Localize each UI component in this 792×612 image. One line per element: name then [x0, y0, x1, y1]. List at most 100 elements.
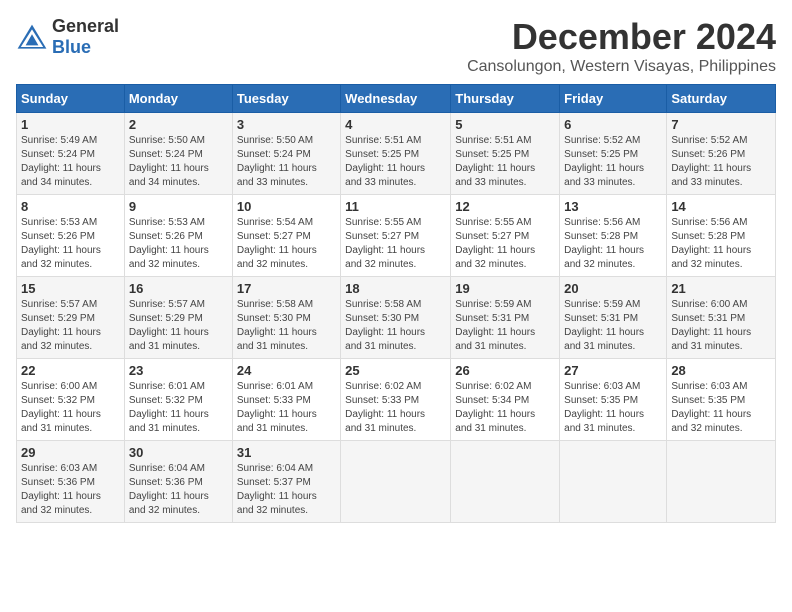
- table-cell: [341, 441, 451, 523]
- table-cell: 15 Sunrise: 5:57 AM Sunset: 5:29 PM Dayli…: [17, 277, 125, 359]
- header-thursday: Thursday: [451, 85, 560, 113]
- table-cell: [451, 441, 560, 523]
- table-cell: 20Sunrise: 5:59 AM Sunset: 5:31 PM Dayli…: [560, 277, 667, 359]
- table-cell: 3 Sunrise: 5:50 AM Sunset: 5:24 PM Daylig…: [232, 113, 340, 195]
- day-number: 27: [564, 363, 662, 378]
- day-info: Sunrise: 5:50 AM Sunset: 5:24 PM Dayligh…: [129, 134, 228, 190]
- day-info: Sunrise: 5:57 AM Sunset: 5:29 PM Dayligh…: [21, 298, 120, 354]
- table-cell: 9Sunrise: 5:53 AM Sunset: 5:26 PM Daylig…: [124, 195, 232, 277]
- day-number: 26: [455, 363, 555, 378]
- table-cell: 19Sunrise: 5:59 AM Sunset: 5:31 PM Dayli…: [451, 277, 560, 359]
- day-info: Sunrise: 6:03 AM Sunset: 5:35 PM Dayligh…: [671, 380, 771, 436]
- day-number: 18: [345, 281, 446, 296]
- table-cell: 7 Sunrise: 5:52 AM Sunset: 5:26 PM Daylig…: [667, 113, 776, 195]
- day-info: Sunrise: 5:56 AM Sunset: 5:28 PM Dayligh…: [564, 216, 662, 272]
- table-cell: 4Sunrise: 5:51 AM Sunset: 5:25 PM Daylig…: [341, 113, 451, 195]
- day-number: 4: [345, 117, 446, 132]
- title-section: December 2024 Cansolungon, Western Visay…: [467, 16, 776, 76]
- table-cell: [560, 441, 667, 523]
- table-cell: 24 Sunrise: 6:01 AM Sunset: 5:33 PM Dayli…: [232, 359, 340, 441]
- day-info: Sunrise: 5:59 AM Sunset: 5:31 PM Dayligh…: [455, 298, 555, 354]
- day-info: Sunrise: 5:50 AM Sunset: 5:24 PM Dayligh…: [237, 134, 336, 190]
- day-info: Sunrise: 6:02 AM Sunset: 5:33 PM Dayligh…: [345, 380, 446, 436]
- day-number: 2: [129, 117, 228, 132]
- table-cell: 10 Sunrise: 5:54 AM Sunset: 5:27 PM Dayli…: [232, 195, 340, 277]
- table-cell: 30 Sunrise: 6:04 AM Sunset: 5:36 PM Dayli…: [124, 441, 232, 523]
- day-info: Sunrise: 6:04 AM Sunset: 5:37 PM Dayligh…: [237, 462, 336, 518]
- day-number: 9: [129, 199, 228, 214]
- day-info: Sunrise: 5:53 AM Sunset: 5:26 PM Dayligh…: [21, 216, 120, 272]
- header-saturday: Saturday: [667, 85, 776, 113]
- day-number: 14: [671, 199, 771, 214]
- table-cell: 16Sunrise: 5:57 AM Sunset: 5:29 PM Dayli…: [124, 277, 232, 359]
- day-number: 17: [237, 281, 336, 296]
- day-number: 20: [564, 281, 662, 296]
- day-info: Sunrise: 5:57 AM Sunset: 5:29 PM Dayligh…: [129, 298, 228, 354]
- day-info: Sunrise: 6:00 AM Sunset: 5:32 PM Dayligh…: [21, 380, 120, 436]
- day-number: 22: [21, 363, 120, 378]
- table-cell: 6 Sunrise: 5:52 AM Sunset: 5:25 PM Daylig…: [560, 113, 667, 195]
- day-number: 28: [671, 363, 771, 378]
- day-number: 12: [455, 199, 555, 214]
- day-info: Sunrise: 5:51 AM Sunset: 5:25 PM Dayligh…: [455, 134, 555, 190]
- table-cell: 23 Sunrise: 6:01 AM Sunset: 5:32 PM Dayli…: [124, 359, 232, 441]
- day-info: Sunrise: 5:55 AM Sunset: 5:27 PM Dayligh…: [455, 216, 555, 272]
- day-number: 1: [21, 117, 120, 132]
- day-info: Sunrise: 6:00 AM Sunset: 5:31 PM Dayligh…: [671, 298, 771, 354]
- table-cell: 14 Sunrise: 5:56 AM Sunset: 5:28 PM Dayli…: [667, 195, 776, 277]
- header-friday: Friday: [560, 85, 667, 113]
- day-number: 30: [129, 445, 228, 460]
- table-cell: 27 Sunrise: 6:03 AM Sunset: 5:35 PM Dayli…: [560, 359, 667, 441]
- table-cell: 8 Sunrise: 5:53 AM Sunset: 5:26 PM Daylig…: [17, 195, 125, 277]
- day-number: 15: [21, 281, 120, 296]
- day-info: Sunrise: 6:04 AM Sunset: 5:36 PM Dayligh…: [129, 462, 228, 518]
- table-cell: 25 Sunrise: 6:02 AM Sunset: 5:33 PM Dayli…: [341, 359, 451, 441]
- day-number: 7: [671, 117, 771, 132]
- header-wednesday: Wednesday: [341, 85, 451, 113]
- table-cell: 17 Sunrise: 5:58 AM Sunset: 5:30 PM Dayli…: [232, 277, 340, 359]
- day-number: 3: [237, 117, 336, 132]
- page-header: General Blue December 2024 Cansolungon, …: [16, 16, 776, 76]
- table-cell: 26 Sunrise: 6:02 AM Sunset: 5:34 PM Dayli…: [451, 359, 560, 441]
- table-cell: 13 Sunrise: 5:56 AM Sunset: 5:28 PM Dayli…: [560, 195, 667, 277]
- table-cell: 5Sunrise: 5:51 AM Sunset: 5:25 PM Daylig…: [451, 113, 560, 195]
- calendar-week-4: 22 Sunrise: 6:00 AM Sunset: 5:32 PM Dayli…: [17, 359, 776, 441]
- day-info: Sunrise: 5:52 AM Sunset: 5:25 PM Dayligh…: [564, 134, 662, 190]
- table-cell: 21 Sunrise: 6:00 AM Sunset: 5:31 PM Dayli…: [667, 277, 776, 359]
- calendar-table: Sunday Monday Tuesday Wednesday Thursday…: [16, 84, 776, 523]
- day-number: 6: [564, 117, 662, 132]
- calendar-header-row: Sunday Monday Tuesday Wednesday Thursday…: [17, 85, 776, 113]
- table-cell: 11Sunrise: 5:55 AM Sunset: 5:27 PM Dayli…: [341, 195, 451, 277]
- day-info: Sunrise: 5:52 AM Sunset: 5:26 PM Dayligh…: [671, 134, 771, 190]
- day-number: 10: [237, 199, 336, 214]
- logo-general: General: [52, 16, 119, 36]
- main-title: December 2024: [467, 16, 776, 58]
- table-cell: 31 Sunrise: 6:04 AM Sunset: 5:37 PM Dayli…: [232, 441, 340, 523]
- day-info: Sunrise: 6:01 AM Sunset: 5:32 PM Dayligh…: [129, 380, 228, 436]
- day-number: 29: [21, 445, 120, 460]
- day-info: Sunrise: 5:49 AM Sunset: 5:24 PM Dayligh…: [21, 134, 120, 190]
- header-sunday: Sunday: [17, 85, 125, 113]
- day-info: Sunrise: 5:55 AM Sunset: 5:27 PM Dayligh…: [345, 216, 446, 272]
- day-number: 31: [237, 445, 336, 460]
- calendar-week-5: 29Sunrise: 6:03 AM Sunset: 5:36 PM Dayli…: [17, 441, 776, 523]
- calendar-week-2: 8 Sunrise: 5:53 AM Sunset: 5:26 PM Daylig…: [17, 195, 776, 277]
- calendar-week-1: 1 Sunrise: 5:49 AM Sunset: 5:24 PM Daylig…: [17, 113, 776, 195]
- day-info: Sunrise: 6:02 AM Sunset: 5:34 PM Dayligh…: [455, 380, 555, 436]
- table-cell: 18Sunrise: 5:58 AM Sunset: 5:30 PM Dayli…: [341, 277, 451, 359]
- day-info: Sunrise: 6:03 AM Sunset: 5:35 PM Dayligh…: [564, 380, 662, 436]
- day-number: 8: [21, 199, 120, 214]
- day-info: Sunrise: 5:56 AM Sunset: 5:28 PM Dayligh…: [671, 216, 771, 272]
- day-info: Sunrise: 5:54 AM Sunset: 5:27 PM Dayligh…: [237, 216, 336, 272]
- logo-blue: Blue: [52, 37, 91, 57]
- day-number: 13: [564, 199, 662, 214]
- day-info: Sunrise: 5:58 AM Sunset: 5:30 PM Dayligh…: [237, 298, 336, 354]
- day-number: 25: [345, 363, 446, 378]
- day-number: 21: [671, 281, 771, 296]
- day-info: Sunrise: 6:01 AM Sunset: 5:33 PM Dayligh…: [237, 380, 336, 436]
- logo: General Blue: [16, 16, 119, 58]
- day-number: 23: [129, 363, 228, 378]
- day-number: 24: [237, 363, 336, 378]
- header-tuesday: Tuesday: [232, 85, 340, 113]
- calendar-week-3: 15 Sunrise: 5:57 AM Sunset: 5:29 PM Dayli…: [17, 277, 776, 359]
